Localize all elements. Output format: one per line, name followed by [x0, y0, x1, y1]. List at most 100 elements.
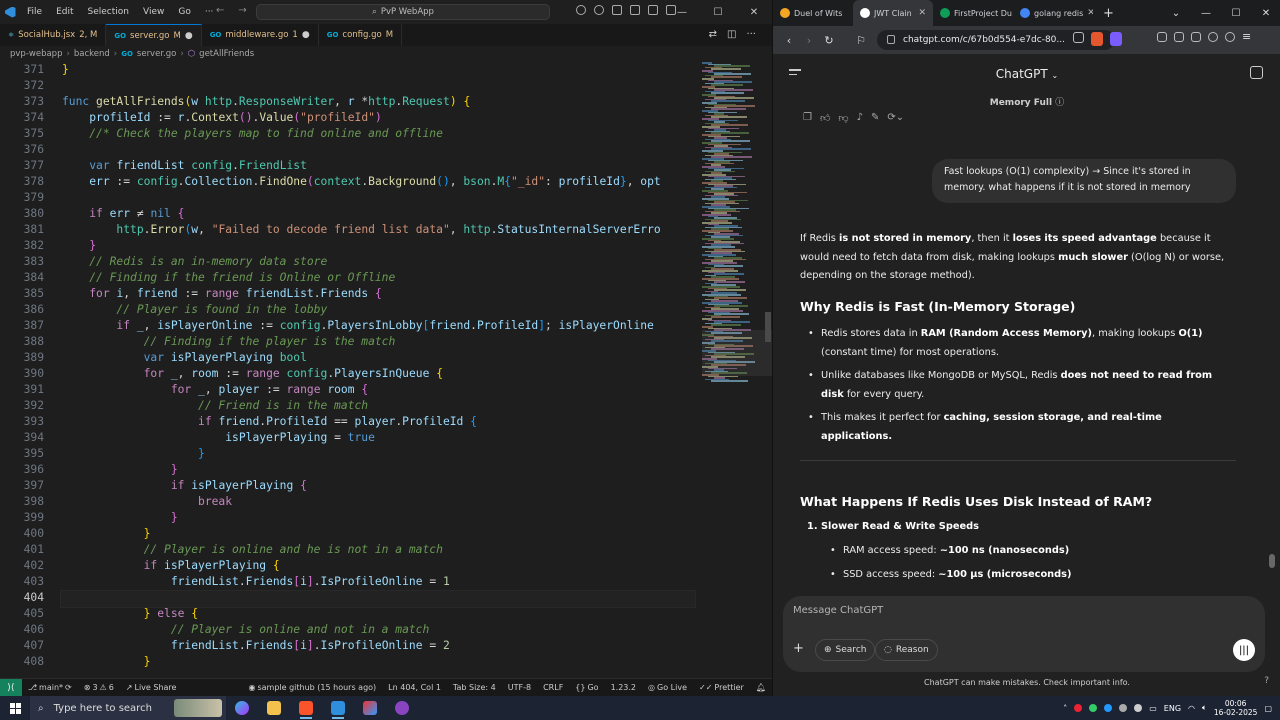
tab-size[interactable]: Tab Size: 4 — [447, 683, 502, 692]
reason-button[interactable]: ◌ Reason — [875, 639, 938, 661]
minimap-slider[interactable] — [702, 330, 772, 376]
browser-tab[interactable]: FirstProject Du — [933, 0, 1013, 26]
github-desktop-icon[interactable] — [386, 696, 418, 720]
code-line[interactable]: 386 // Player is found in the lobby — [0, 302, 700, 318]
chat-scrollbar[interactable] — [1269, 554, 1275, 568]
wifi-icon[interactable]: ◠ — [1188, 704, 1195, 713]
toggle-secondary-sidebar-icon[interactable] — [648, 5, 658, 15]
scrollbar-thumb[interactable] — [765, 312, 771, 342]
git-blame[interactable]: ◉ sample github (15 hours ago) — [242, 683, 382, 692]
close-tab-icon[interactable]: ✕ — [918, 8, 926, 18]
breadcrumb-item[interactable]: pvp-webapp — [10, 49, 62, 59]
forward-arrow-icon[interactable]: → — [238, 5, 246, 16]
language-indicator[interactable]: ENG — [1164, 704, 1181, 713]
app-taskbar-icon[interactable] — [354, 696, 386, 720]
browser-tab[interactable]: Duel of Wits — [773, 0, 853, 26]
code-line[interactable]: 381 http.Error(w, "Failed to decode frie… — [0, 222, 700, 238]
code-line[interactable]: 389 var isPlayerPlaying bool — [0, 350, 700, 366]
code-line[interactable]: 377 var friendList config.FriendList — [0, 158, 700, 174]
remote-indicator-icon[interactable]: ⟩⟨ — [0, 678, 22, 697]
code-line[interactable]: 396 } — [0, 462, 700, 478]
breadcrumb-item[interactable]: getAllFriends — [199, 49, 254, 59]
maximize-icon[interactable]: ☐ — [1221, 0, 1251, 26]
thumbs-down-icon[interactable]: 👎︎ — [838, 112, 848, 124]
code-editor[interactable]: 371} 372 373 func getAllFriends(w http.Resp… — [0, 62, 700, 676]
code-line[interactable]: 397 if isPlayerPlaying { — [0, 478, 700, 494]
menu-edit[interactable]: Edit — [49, 7, 80, 17]
tab-config-go[interactable]: GO config.go M — [319, 24, 403, 46]
regenerate-icon[interactable]: ⟳⌄ — [887, 112, 904, 124]
settings-gear-icon[interactable] — [594, 5, 604, 15]
git-branch[interactable]: ⎇ main* ⟳ — [22, 683, 78, 692]
tab-server-go[interactable]: GO server.go M ● — [106, 24, 202, 46]
browser-tab[interactable]: golang redis ✕ — [1013, 0, 1093, 26]
editor-scrollbar[interactable] — [764, 62, 772, 676]
tray-app-icon[interactable] — [1119, 704, 1128, 712]
code-line[interactable]: 380 if err ≠ nil { — [0, 206, 700, 222]
code-line[interactable]: 398 break — [0, 494, 700, 510]
tab-search-icon[interactable]: ⌄ — [1161, 0, 1191, 26]
code-line[interactable]: 388 // Finding if the player is the matc… — [0, 334, 700, 350]
share-icon[interactable] — [1073, 32, 1084, 43]
wallet-icon[interactable] — [1191, 32, 1201, 42]
prettier[interactable]: ✓✓ Prettier — [693, 683, 750, 692]
brave-shield-icon[interactable] — [1091, 32, 1103, 46]
notifications-icon[interactable]: ▢ — [1264, 704, 1272, 713]
code-line[interactable]: 402 if isPlayerPlaying { — [0, 558, 700, 574]
brave-rewards-icon[interactable] — [1110, 32, 1122, 46]
menu-icon[interactable]: ≡ — [1242, 31, 1254, 46]
close-icon[interactable]: ✕ — [1251, 0, 1280, 26]
code-line[interactable]: 391 for _, player := range room { — [0, 382, 700, 398]
problems-indicator[interactable]: ⊗ 3 ⚠ 6 — [78, 683, 120, 692]
toggle-primary-sidebar-icon[interactable] — [612, 5, 622, 15]
cursor-position[interactable]: Ln 404, Col 1 — [382, 683, 447, 692]
go-live[interactable]: ◎ Go Live — [642, 683, 693, 692]
menu-view[interactable]: View — [136, 7, 171, 17]
language-mode[interactable]: {} Go — [569, 683, 604, 692]
code-line[interactable]: 407 friendList.Friends[i].IsProfileOnlin… — [0, 638, 700, 654]
back-icon[interactable]: ‹ — [779, 34, 799, 47]
thumbs-up-icon[interactable]: 👍︎ — [820, 112, 830, 124]
code-line[interactable]: 373 func getAllFriends(w http.ResponseWri… — [0, 94, 700, 110]
code-line[interactable]: 376 — [0, 142, 700, 158]
code-line[interactable]: 399 } — [0, 510, 700, 526]
code-line[interactable]: 404 — [0, 590, 700, 608]
end-of-line[interactable]: CRLF — [537, 683, 569, 692]
notifications-bell-icon[interactable]: 🔔︎ — [750, 683, 772, 692]
file-explorer-icon[interactable] — [258, 696, 290, 720]
voice-mode-icon[interactable]: ||| — [1233, 639, 1255, 661]
unsaved-dot-icon[interactable]: ● — [185, 31, 193, 41]
copilot-taskbar-icon[interactable] — [226, 696, 258, 720]
new-chat-icon[interactable] — [1250, 66, 1263, 79]
reload-icon[interactable]: ↻ — [819, 34, 839, 47]
code-line[interactable]: 400 } — [0, 526, 700, 542]
extensions-icon[interactable] — [1157, 32, 1167, 42]
menu-go[interactable]: Go — [171, 7, 197, 17]
read-aloud-icon[interactable]: ♪ — [857, 112, 863, 124]
code-line[interactable]: 385 for i, friend := range friendList.Fr… — [0, 286, 700, 302]
show-hidden-icons[interactable]: ˄ — [1063, 704, 1067, 713]
tray-app-icon[interactable] — [1089, 704, 1098, 712]
code-line[interactable]: 405 } else { — [0, 606, 700, 622]
tray-app-icon[interactable] — [1074, 704, 1083, 712]
leo-ai-icon[interactable] — [1208, 32, 1218, 42]
search-button[interactable]: ⊕ Search — [815, 639, 876, 661]
forward-icon[interactable]: › — [799, 34, 819, 47]
back-arrow-icon[interactable]: ← — [216, 5, 224, 16]
code-line[interactable]: 393 if friend.ProfileId == player.Profil… — [0, 414, 700, 430]
code-line[interactable]: 392 // Friend is in the match — [0, 398, 700, 414]
menu-selection[interactable]: Selection — [81, 7, 136, 17]
bluetooth-icon[interactable] — [1104, 704, 1113, 712]
vscode-taskbar-icon[interactable] — [322, 696, 354, 720]
encoding[interactable]: UTF-8 — [502, 683, 537, 692]
compare-changes-icon[interactable]: ⇄ — [709, 29, 717, 40]
copy-icon[interactable]: ❐ — [803, 112, 812, 124]
toggle-panel-icon[interactable] — [630, 5, 640, 15]
minimize-icon[interactable]: — — [664, 0, 700, 24]
memory-status[interactable]: Memory Full ⓘ — [773, 95, 1280, 108]
code-line[interactable]: 371} — [0, 62, 700, 78]
help-icon[interactable]: ? — [1264, 676, 1269, 686]
code-line[interactable]: 408 } — [0, 654, 700, 670]
code-line[interactable]: 383 // Redis is an in-memory data store — [0, 254, 700, 270]
menu-file[interactable]: File — [20, 7, 49, 17]
